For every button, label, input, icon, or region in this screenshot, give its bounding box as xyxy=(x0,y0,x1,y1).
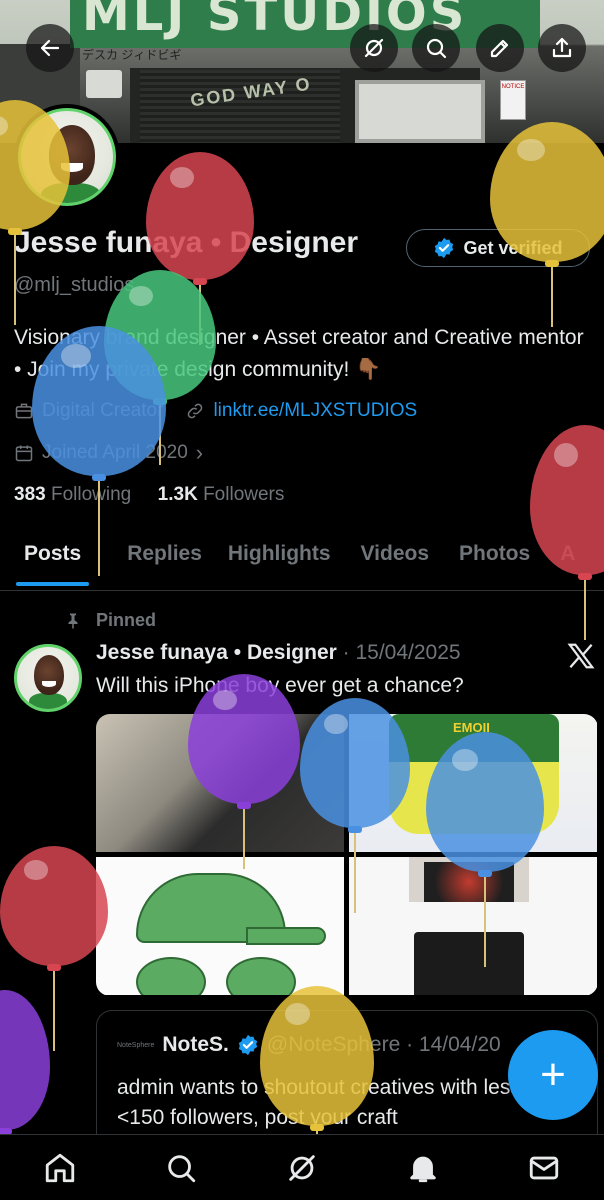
tab-photos[interactable]: Photos xyxy=(459,530,530,590)
tab-videos[interactable]: Videos xyxy=(361,530,429,590)
followers-count: 1.3K xyxy=(157,484,198,505)
quoted-author-name: NoteS. xyxy=(162,1033,229,1056)
pinned-label: Pinned xyxy=(96,610,157,630)
following-count: 383 xyxy=(14,484,46,505)
tab-articles[interactable]: A xyxy=(560,530,575,590)
grok-icon xyxy=(364,38,384,58)
calendar-icon xyxy=(15,445,33,462)
post-author-avatar[interactable] xyxy=(14,644,82,712)
jeans-illustration xyxy=(414,932,524,995)
post-media-image-3[interactable] xyxy=(96,857,344,995)
tee-artwork xyxy=(424,862,514,902)
profile-tabs: Posts Replies Highlights Videos Photos A xyxy=(0,530,604,591)
profile-name: Jesse funaya • Designer xyxy=(14,226,359,259)
notifications-icon[interactable] xyxy=(406,1151,440,1185)
post-text: Will this iPhone boy ever get a chance? xyxy=(96,674,464,697)
jersey-label: EMOII xyxy=(453,720,490,735)
chevron-right-icon: › xyxy=(195,440,204,465)
home-icon[interactable] xyxy=(43,1151,77,1185)
post-media-image-2[interactable]: EMOII xyxy=(349,714,597,852)
profile-bio: Visionary brand designer • Asset creator… xyxy=(14,326,584,381)
cap-top-view-2 xyxy=(226,957,296,995)
search-button[interactable] xyxy=(412,24,460,72)
profile-category: Digital Creator xyxy=(42,400,164,421)
cap-top-view-1 xyxy=(136,957,206,995)
x-logo-icon[interactable] xyxy=(566,641,596,671)
tab-posts[interactable]: Posts xyxy=(15,530,90,590)
grok-icon[interactable] xyxy=(285,1151,319,1185)
profile-link[interactable]: linktr.ee/MLJXSTUDIOS xyxy=(213,400,417,422)
messages-icon[interactable] xyxy=(527,1151,561,1185)
banner-notice-sign: NOTICE xyxy=(500,80,526,120)
verified-badge-icon xyxy=(435,237,454,259)
post-header: Jesse funaya • Designer · 15/04/2025 xyxy=(96,641,461,665)
cap-brim xyxy=(246,927,326,945)
following-label: Following xyxy=(50,484,132,505)
bottom-navigation xyxy=(0,1134,604,1200)
post-media-image-4[interactable] xyxy=(349,857,597,995)
search-icon[interactable] xyxy=(164,1151,198,1185)
tab-highlights[interactable]: Highlights xyxy=(228,530,331,590)
briefcase-icon xyxy=(15,403,33,419)
banner-sign-text: MLJ STUDIOS xyxy=(82,0,468,42)
post-media-grid: EMOII xyxy=(96,714,598,996)
profile-joined: Joined April 2020 xyxy=(42,442,188,463)
compose-button[interactable]: + xyxy=(508,1030,598,1120)
notesphere-logo: NoteSphere xyxy=(117,1041,155,1049)
banner-ac-unit xyxy=(86,70,122,98)
link-icon xyxy=(188,403,203,419)
balloon-decoration xyxy=(0,846,108,1056)
plus-icon: + xyxy=(540,1050,566,1099)
post-media-image-1[interactable] xyxy=(96,714,344,852)
edit-icon xyxy=(490,39,509,58)
arrow-left-icon xyxy=(40,39,60,57)
get-verified-button[interactable]: Get verified xyxy=(406,229,590,267)
quoted-handle-date: @NoteSphere · 14/04/20 xyxy=(266,1033,501,1056)
profile-handle: @mlj_studios xyxy=(14,274,135,296)
balloon-decoration xyxy=(490,122,604,332)
share-icon xyxy=(552,37,572,58)
quoted-post-header: NoteSphere NoteS. @NoteSphere · 14/04/20 xyxy=(117,1033,501,1057)
tab-replies[interactable]: Replies xyxy=(127,530,202,590)
back-button[interactable] xyxy=(26,24,74,72)
banner-door xyxy=(355,80,485,143)
verified-badge-icon xyxy=(238,1034,258,1056)
post-date: · 15/04/2025 xyxy=(342,641,461,664)
followers-label: Followers xyxy=(203,484,285,505)
profile-meta-row: Digital Creator linktr.ee/MLJXSTUDIOS xyxy=(14,400,417,422)
profile-avatar[interactable] xyxy=(14,104,120,210)
pin-icon xyxy=(68,613,78,628)
get-verified-label: Get verified xyxy=(463,237,563,258)
profile-stats: 383 Following 1.3K Followers xyxy=(14,484,284,506)
pinned-label-row: Pinned xyxy=(64,610,156,631)
profile-joined-row[interactable]: Joined April 2020 › xyxy=(14,440,203,466)
banner-jp-text: デスカ ジィドビギ xyxy=(82,48,182,62)
post-author-name[interactable]: Jesse funaya • Designer xyxy=(96,641,337,664)
search-icon xyxy=(426,38,447,59)
following-link[interactable]: 383 Following xyxy=(14,484,131,505)
share-button[interactable] xyxy=(538,24,586,72)
edit-button[interactable] xyxy=(476,24,524,72)
followers-link[interactable]: 1.3K Followers xyxy=(158,484,285,505)
grok-button[interactable] xyxy=(350,24,398,72)
